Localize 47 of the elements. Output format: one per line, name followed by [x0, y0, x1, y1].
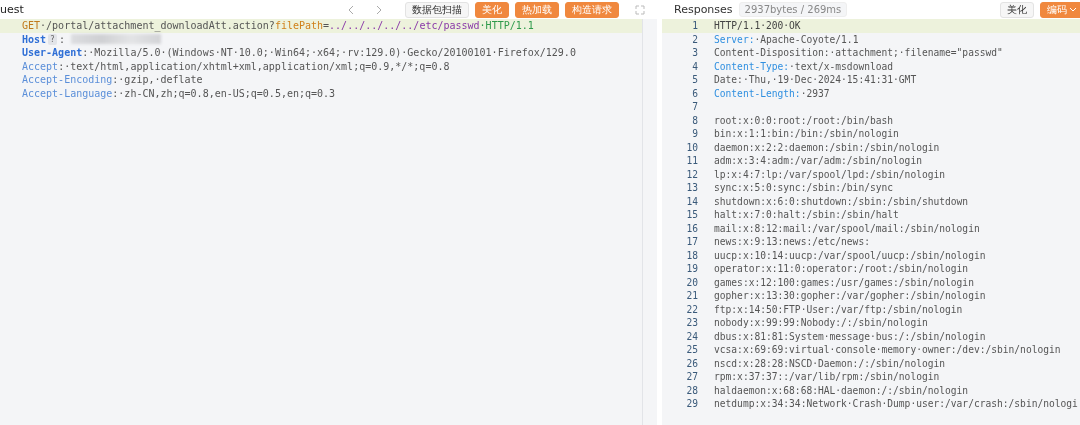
response-line: 10 daemon:x:2:2:daemon:/sbin:/sbin/nologin	[685, 140, 941, 154]
panel-title: uest	[0, 3, 24, 16]
response-line: 16 mail:x:8:12:mail:/var/spool/mail:/sbin/nologin	[685, 221, 981, 235]
response-line: 4 Content-Type:·text/x-msdownload	[691, 59, 895, 73]
response-line: 7	[691, 100, 699, 114]
back-icon[interactable]	[347, 4, 355, 15]
response-line: 28 haldaemon:x:68:68:HAL·daemon:/:/sbin/nologin	[685, 383, 970, 397]
response-line: 19 operator:x:11:0:operator:/root:/sbin/nologin	[685, 262, 970, 276]
response-line: 3 Content-Disposition:·attachment;·filename="passwd"	[691, 46, 1004, 60]
response-line: 27 rpm:x:37:37::/var/lib/rpm:/sbin/nologin	[685, 370, 941, 384]
responses-tab[interactable]: Responses	[674, 3, 733, 16]
response-line: 15 halt:x:7:0:halt:/sbin:/sbin/halt	[685, 208, 900, 222]
header-line: Host ? :	[0, 32, 642, 46]
response-stats: 2937bytes / 269ms	[738, 2, 848, 17]
response-line: 18 uucp:x:10:14:uucp:/var/spool/uucp:/sbin/nologin	[685, 248, 987, 262]
response-line: 21 gopher:x:13:30:gopher:/var/gopher:/sbin/nologin	[685, 289, 987, 303]
header-line: User-Agent:·Mozilla/5.0·(Windows·NT·10.0;·Win64;·x64;·rv:129.0)·Gecko/20100101·Firefox/129.0	[21, 46, 577, 60]
encoding-dropdown[interactable]: 编码	[1040, 1, 1080, 18]
caret-icon	[1069, 6, 1077, 13]
response-line: 6 Content-Length:·2937	[691, 86, 831, 100]
response-line: 20 games:x:12:100:games:/usr/games:/sbin/nologin	[685, 275, 975, 289]
fullscreen-icon[interactable]	[635, 4, 645, 15]
response-line: 17 news:x:9:13:news:/etc/news:	[685, 235, 871, 249]
toolbar-button[interactable]: 构造请求	[565, 1, 619, 18]
forward-icon[interactable]	[375, 4, 383, 15]
toolbar-button[interactable]: 数据包扫描	[405, 1, 469, 18]
response-line: 29 netdump:x:34:34:Network·Crash·Dump·user:/var/crash:/sbin/nologi	[685, 397, 1079, 411]
response-line: 12 lp:x:4:7:lp:/var/spool/lpd:/sbin/nologin	[685, 167, 947, 181]
response-line: 8 root:x:0:0:root:/root:/bin/bash	[691, 113, 895, 127]
response-line: 9 bin:x:1:1:bin:/bin:/sbin/nologin	[691, 127, 900, 141]
header-line: Accept-Encoding:·gzip,·deflate	[21, 73, 204, 87]
toolbar-button[interactable]: 美化	[475, 1, 509, 18]
header-line: Accept:·text/html,application/xhtml+xml,application/xml;q=0.9,*/*;q=0.8	[21, 59, 451, 73]
response-line: 23 nobody:x:99:99:Nobody:/:/sbin/nologin	[685, 316, 929, 330]
header-line: Accept-Language:·zh-CN,zh;q=0.8,en-US;q=0.5,en;q=0.3	[21, 86, 337, 100]
response-line: 14 shutdown:x:6:0:shutdown:/sbin:/sbin/shutdown	[685, 194, 970, 208]
response-line: 2 Server:·Apache-Coyote/1.1	[691, 32, 860, 46]
help-badge: ?	[48, 33, 57, 45]
format-button[interactable]: 美化	[1000, 1, 1034, 18]
response-line: 22 ftp:x:14:50:FTP·User:/var/ftp:/sbin/nologin	[685, 302, 964, 316]
response-line: 13 sync:x:5:0:sync:/sbin:/bin/sync	[685, 181, 895, 195]
toolbar-button[interactable]: 热加载	[515, 1, 559, 18]
response-line: 24 dbus:x:81:81:System·message·bus:/:/sbin/nologin	[685, 329, 987, 343]
response-line: 5 Date:·Thu,·19·Dec·2024·15:41:31·GMT	[691, 73, 918, 87]
response-line: 11 adm:x:3:4:adm:/var/adm:/sbin/nologin	[685, 154, 923, 168]
response-line: 25 vcsa:x:69:69:virtual·console·memory·owner:/dev:/sbin/nologin	[685, 343, 1062, 357]
response-line: 26 nscd:x:28:28:NSCD·Daemon:/:/sbin/nologin	[685, 356, 947, 370]
